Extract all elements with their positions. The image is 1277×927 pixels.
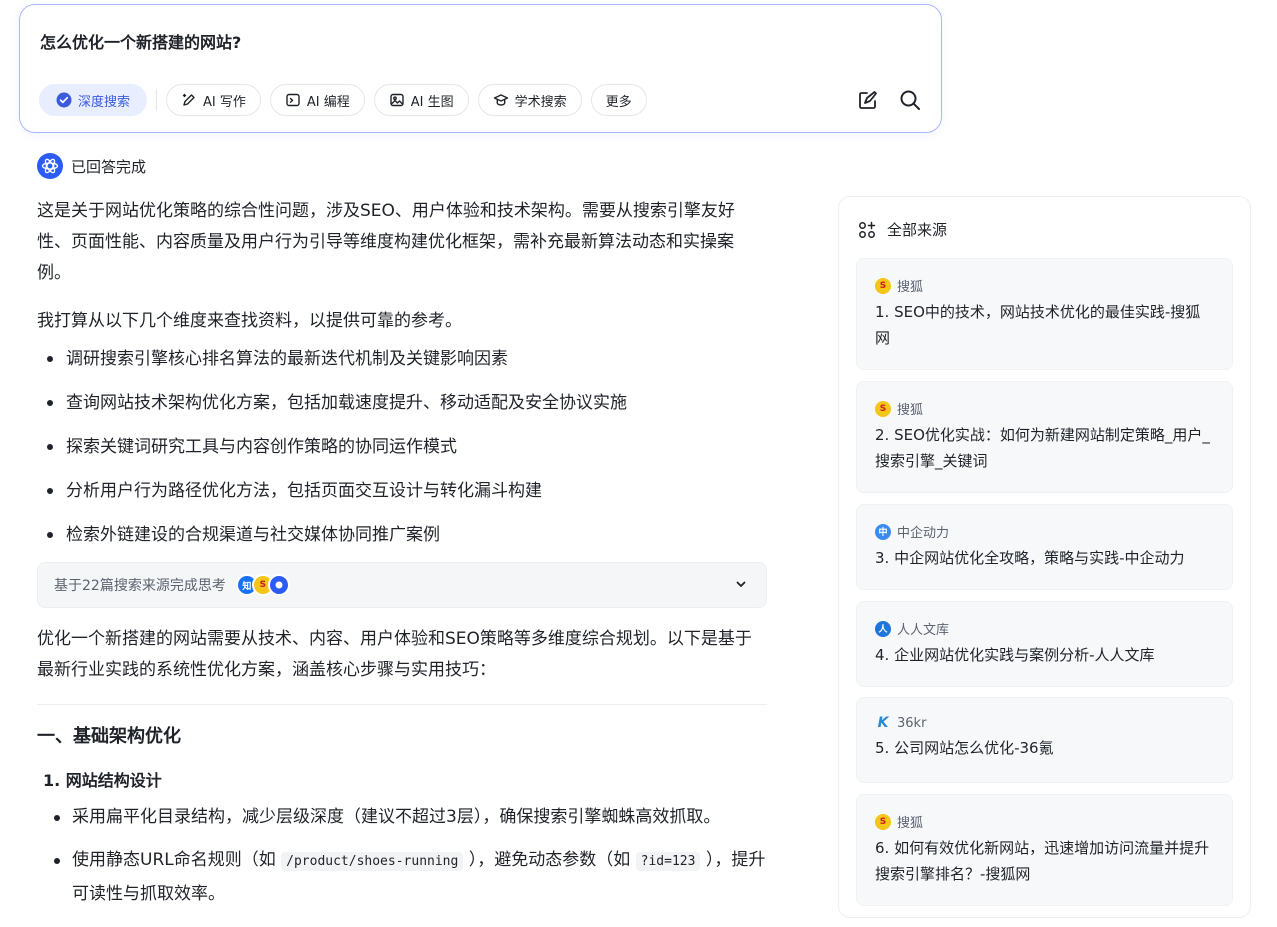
- deep-search-label: 深度搜索: [78, 94, 131, 110]
- list-item: 检索外链建设的合规渠道与社交媒体协同推广案例: [37, 513, 767, 557]
- source-title: 2. SEO优化实战：如何为新建网站制定策略_用户_搜索引擎_关键词: [875, 426, 1210, 470]
- pen-sparkle-icon: [182, 93, 195, 106]
- atom-logo-icon: [37, 153, 63, 179]
- 36kr-icon: K: [877, 715, 889, 731]
- code-snippet: /product/shoes-running: [281, 852, 464, 871]
- sources-panel-header: 全部来源: [858, 219, 947, 240]
- academic-search-chip[interactable]: 学术搜索: [477, 84, 582, 116]
- ai-image-label: AI 生图: [410, 94, 454, 110]
- list-item: 调研搜索引擎核心排名算法的最新迭代机制及关键影响因素: [37, 337, 767, 381]
- more-label: 更多: [605, 94, 632, 110]
- source-site-name: 搜狐: [897, 280, 924, 295]
- list-item: 探索关键词研究工具与内容创作策略的协同运作模式: [37, 425, 767, 469]
- text-span: ），避免动态参数（如: [463, 850, 636, 870]
- source-title: 4. 企业网站优化实践与案例分析-人人文库: [875, 646, 1155, 664]
- plan-list: 调研搜索引擎核心排名算法的最新迭代机制及关键影响因素 查询网站技术架构优化方案，…: [37, 337, 767, 557]
- new-chat-button[interactable]: [855, 87, 881, 113]
- status-text: 已回答完成: [71, 157, 147, 176]
- structure-bullets: 采用扁平化目录结构，减少层级深度（建议不超过3层），确保搜索引擎蜘蛛高效抓取。 …: [37, 801, 767, 910]
- sources-panel: 全部来源 S 搜狐 1. SEO中的技术，网站技术优化的最佳实践-搜狐网 S 搜狐 …: [838, 196, 1251, 918]
- source-site-name: 人人文库: [897, 623, 950, 638]
- sources-grid-icon: [859, 221, 876, 238]
- plan-intro: 我打算从以下几个维度来查找资料，以提供可靠的参考。: [37, 311, 462, 331]
- mode-toolbar: 深度搜索 AI 写作 AI 编程 AI 生图 学术搜索 更多: [39, 84, 656, 116]
- source-title: 1. SEO中的技术，网站技术优化的最佳实践-搜狐网: [875, 303, 1201, 347]
- image-icon: [390, 93, 404, 107]
- source-site-name: 中企动力: [897, 526, 950, 541]
- sources-panel-title: 全部来源: [887, 221, 948, 239]
- source-title: 6. 如何有效优化新网站，迅速增加访问流量并提升搜索引擎排名？-搜狐网: [875, 839, 1210, 883]
- source-site: 中中企动力: [875, 522, 1214, 541]
- more-chip[interactable]: 更多: [590, 84, 647, 116]
- toolbar-divider: [156, 89, 158, 111]
- list-item: 使用静态URL命名规则（如 /product/shoes-running ），避…: [37, 844, 767, 910]
- source-site: S 搜狐: [875, 276, 1214, 295]
- deep-search-chip[interactable]: 深度搜索: [39, 84, 148, 116]
- source-site-name: 搜狐: [897, 816, 924, 831]
- source-site: K 36kr: [875, 715, 1214, 731]
- source-card[interactable]: 中中企动力 3. 中企网站优化全攻略，策略与实践-中企动力: [856, 504, 1233, 590]
- ai-write-chip[interactable]: AI 写作: [166, 84, 261, 116]
- source-site-name: 36kr: [897, 715, 927, 731]
- divider: [37, 704, 767, 705]
- search-box[interactable]: 怎么优化一个新搭建的网站? 深度搜索 AI 写作 AI 编程 AI 生图 学术搜…: [19, 4, 942, 133]
- answer-content: 这是关于网站优化策略的综合性问题，涉及SEO、用户体验和技术架构。需要从搜索引擎…: [37, 196, 767, 921]
- ai-write-label: AI 写作: [203, 94, 246, 110]
- sohu-icon: S: [875, 277, 891, 294]
- answer-status: 已回答完成: [37, 153, 146, 179]
- list-item: 分析用户行为路径优化方法，包括页面交互设计与转化漏斗构建: [37, 469, 767, 513]
- list-item: 查询网站技术架构优化方案，包括加载速度提升、移动适配及安全协议实施: [37, 381, 767, 425]
- source-card[interactable]: K 36kr 5. 公司网站怎么优化-36氪: [856, 697, 1233, 783]
- academic-search-label: 学术搜索: [514, 94, 567, 110]
- search-icon: [900, 90, 920, 110]
- source-card[interactable]: S 搜狐 6. 如何有效优化新网站，迅速增加访问流量并提升搜索引擎排名？-搜狐网: [856, 794, 1233, 906]
- sohu-icon: S: [875, 813, 891, 830]
- source-title: 3. 中企网站优化全攻略，策略与实践-中企动力: [875, 549, 1185, 567]
- check-circle-icon: [56, 92, 72, 108]
- source-avatars: 知 S: [235, 574, 290, 596]
- source-site: S 搜狐: [875, 399, 1214, 418]
- source-card[interactable]: S 搜狐 2. SEO优化实战：如何为新建网站制定策略_用户_搜索引擎_关键词: [856, 381, 1233, 493]
- sohu-icon: S: [875, 400, 891, 417]
- ai-image-chip[interactable]: AI 生图: [373, 84, 469, 116]
- ai-code-chip[interactable]: AI 编程: [269, 84, 365, 116]
- source-title: 5. 公司网站怎么优化-36氪: [875, 739, 1054, 757]
- search-button[interactable]: [897, 87, 923, 113]
- chevron-down-icon[interactable]: [734, 577, 748, 591]
- source-site: S 搜狐: [875, 812, 1214, 831]
- query-text[interactable]: 怎么优化一个新搭建的网站?: [40, 29, 241, 53]
- zhongqi-icon: 中: [875, 523, 891, 540]
- source-card[interactable]: S 搜狐 1. SEO中的技术，网站技术优化的最佳实践-搜狐网: [856, 258, 1233, 370]
- source-card[interactable]: 人人人文库 4. 企业网站优化实践与案例分析-人人文库: [856, 601, 1233, 687]
- terminal-icon: [286, 93, 300, 107]
- source-site-name: 搜狐: [897, 403, 924, 418]
- box-actions: [839, 87, 923, 113]
- subsection-heading: 1. 网站结构设计: [43, 771, 162, 790]
- section-heading: 一、基础架构优化: [37, 726, 181, 747]
- edit-share-icon: [859, 91, 877, 109]
- source-site: 人人人文库: [875, 619, 1214, 638]
- ai-code-label: AI 编程: [306, 94, 350, 110]
- intro-paragraph: 这是关于网站优化策略的综合性问题，涉及SEO、用户体验和技术架构。需要从搜索引擎…: [37, 201, 735, 283]
- text-span: 使用静态URL命名规则（如: [72, 850, 282, 870]
- code-snippet: ?id=123: [635, 852, 701, 871]
- source-icon: [267, 574, 290, 596]
- sources-summary-text: 基于22篇搜索来源完成思考: [54, 578, 226, 594]
- sources-summary-bar[interactable]: 基于22篇搜索来源完成思考 知 S: [37, 562, 767, 608]
- list-item: 采用扁平化目录结构，减少层级深度（建议不超过3层），确保搜索引擎蜘蛛高效抓取。: [37, 801, 767, 833]
- graduation-cap-icon: [493, 94, 508, 106]
- renren-icon: 人: [875, 620, 891, 637]
- summary-paragraph: 优化一个新搭建的网站需要从技术、内容、用户体验和SEO策略等多维度综合规划。以下…: [37, 629, 752, 680]
